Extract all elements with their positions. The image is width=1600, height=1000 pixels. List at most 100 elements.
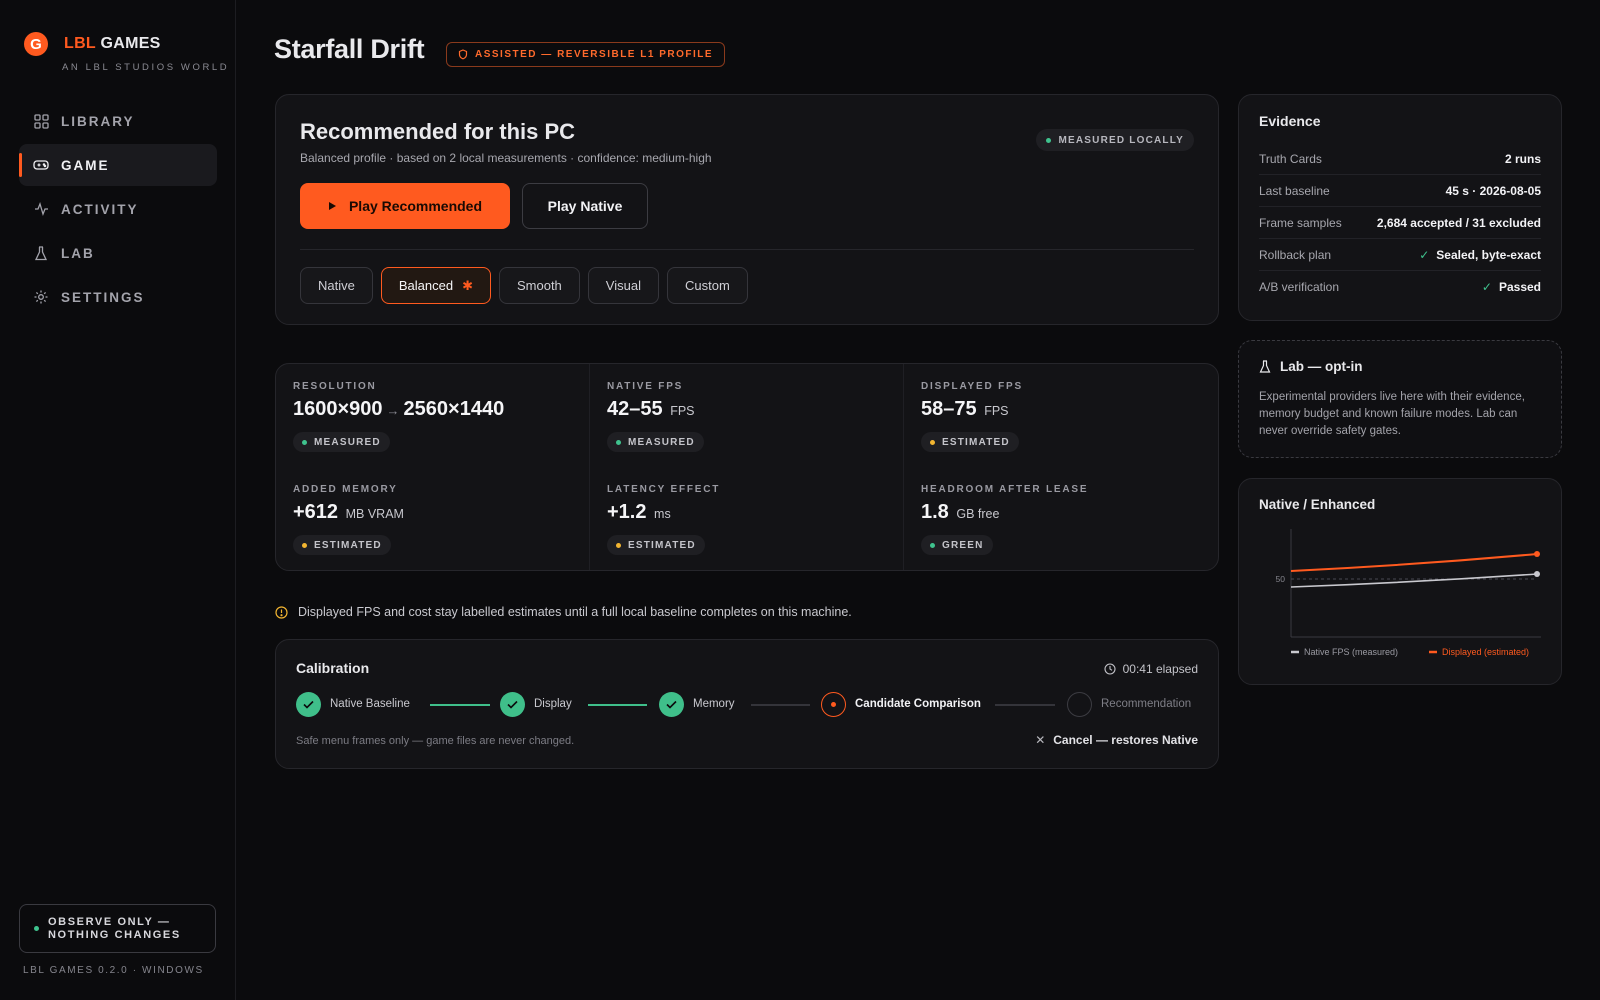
step-current-icon (821, 692, 846, 717)
status-dot (930, 542, 935, 548)
observe-only-label: OBSERVE ONLY — NOTHING CHANGES (48, 915, 181, 941)
resolution-to: 2560×1440 (403, 398, 505, 420)
metric-tag: MEASURED (293, 432, 390, 452)
preset-custom[interactable]: Custom (666, 267, 748, 304)
evidence-value: ✓ Passed (1482, 280, 1541, 294)
native-enhanced-chart-card: Native / Enhanced 50 Native FPS (measured… (1238, 478, 1562, 685)
series-endpoint-0 (1534, 571, 1540, 577)
calibration-card: Calibration 00:41 elapsed Native Baselin… (275, 639, 1219, 769)
page-title: Starfall Drift (274, 34, 425, 64)
metric-value: 58–75 FPS (921, 398, 1009, 421)
step-recommendation: Recommendation (1101, 698, 1192, 710)
step-memory: Memory (693, 698, 735, 710)
status-dot (1046, 137, 1052, 143)
cancel-label: Cancel — restores Native (1053, 733, 1198, 747)
lab-card: Lab — opt-in Experimental providers live… (1238, 340, 1562, 458)
brand[interactable]: G LBL GAMES (24, 32, 161, 56)
metric-label: NATIVE FPS (607, 381, 684, 392)
evidence-card: Evidence Truth Cards 2 runs Last baselin… (1238, 94, 1562, 321)
sidebar-item-settings[interactable]: SETTINGS (19, 276, 217, 318)
metric-value: 1.8 GB free (921, 501, 999, 524)
metric-tag-label: MEASURED (314, 436, 381, 448)
step-check-icon (296, 692, 321, 717)
measured-locally-label: MEASURED LOCALLY (1058, 134, 1184, 146)
evidence-list: Truth Cards 2 runs Last baseline 45 s · … (1259, 143, 1541, 303)
evidence-row: Frame samples 2,684 accepted / 31 exclud… (1259, 207, 1541, 239)
metric-native-fps: NATIVE FPS 42–55 FPS MEASURED (590, 364, 904, 467)
preset-smooth[interactable]: Smooth (498, 267, 580, 304)
metric-unit: ms (654, 507, 671, 521)
evidence-value: 2,684 accepted / 31 excluded (1376, 215, 1541, 230)
sidebar-item-activity[interactable]: ACTIVITY (19, 188, 217, 230)
metric-tag-label: ESTIMATED (942, 436, 1010, 448)
evidence-label: Last baseline (1259, 183, 1330, 198)
gamepad-icon (33, 157, 49, 173)
evidence-row: A/B verification ✓ Passed (1259, 271, 1541, 303)
preset-balanced[interactable]: Balanced ✱ (380, 267, 491, 304)
step-check-icon (659, 692, 684, 717)
recommended-title: Recommended for this PC (300, 119, 576, 144)
legend-label: Native FPS (measured) (1304, 647, 1398, 657)
metric-number: +1.2 (607, 501, 647, 523)
metric-label: HEADROOM AFTER LEASE (921, 484, 1089, 495)
status-dot (616, 439, 621, 445)
evidence-label: A/B verification (1259, 280, 1340, 294)
metric-value: +612 MB VRAM (293, 501, 404, 524)
calibration-title: Calibration (296, 660, 370, 676)
recommended-card: Recommended for this PC Balanced profile… (275, 94, 1219, 325)
measured-locally-badge: MEASURED LOCALLY (1036, 129, 1194, 151)
preset-native[interactable]: Native (300, 267, 373, 304)
elapsed-text: 00:41 elapsed (1122, 662, 1198, 676)
app-version: LBL GAMES 0.2.0 · WINDOWS (23, 965, 204, 976)
metric-added-memory: ADDED MEMORY +612 MB VRAM ESTIMATED (276, 467, 590, 570)
sidebar-item-label: SETTINGS (61, 289, 145, 305)
metric-displayed-fps: DISPLAYED FPS 58–75 FPS ESTIMATED (904, 364, 1218, 467)
evidence-label: Truth Cards (1259, 151, 1322, 166)
flask-icon (33, 245, 49, 261)
metric-latency: LATENCY EFFECT +1.2 ms ESTIMATED (590, 467, 904, 570)
play-recommended-button[interactable]: Play Recommended (300, 183, 510, 229)
sidebar-item-lab[interactable]: LAB (19, 232, 217, 274)
metric-unit: MB VRAM (345, 507, 404, 521)
sidebar-item-game[interactable]: GAME (19, 144, 217, 186)
metric-unit: GB free (956, 507, 1000, 521)
evidence-value-text: Passed (1498, 280, 1541, 294)
series-line-1 (1290, 553, 1538, 572)
clock-icon (1104, 663, 1116, 675)
step-connector (588, 704, 647, 706)
sidebar: G LBL GAMES AN LBL STUDIOS WORLD LIBRARY… (0, 0, 236, 1000)
series-endpoint-1 (1534, 551, 1540, 557)
status-dot (34, 926, 39, 931)
sidebar-item-label: LIBRARY (61, 113, 135, 129)
metric-unit: FPS (670, 404, 695, 418)
evidence-row: Truth Cards 2 runs (1259, 143, 1541, 175)
status-dot (302, 439, 307, 445)
step-connector (430, 704, 490, 706)
metric-tag: GREEN (921, 535, 993, 555)
brand-name-rest: GAMES (95, 35, 161, 52)
observe-only-toggle[interactable]: OBSERVE ONLY — NOTHING CHANGES (19, 904, 216, 953)
metric-tag: MEASURED (607, 432, 704, 452)
lab-description: Experimental providers live here with th… (1259, 391, 1525, 437)
step-connector (751, 704, 810, 706)
sidebar-nav: LIBRARY GAME ACTIVITY LAB SETTINGS (19, 100, 217, 320)
play-icon (328, 201, 337, 211)
preset-visual[interactable]: Visual (587, 267, 659, 304)
step-pending-icon (1067, 692, 1092, 717)
preset-selector: Native Balanced ✱ Smooth Visual Custom (300, 267, 756, 304)
step-native-baseline: Native Baseline (330, 698, 410, 710)
brand-name: LBL GAMES (64, 35, 161, 53)
metric-headroom: HEADROOM AFTER LEASE 1.8 GB free GREEN (904, 467, 1218, 570)
evidence-row: Last baseline 45 s · 2026-08-05 (1259, 175, 1541, 207)
shield-icon (458, 49, 468, 60)
play-native-button[interactable]: Play Native (522, 183, 648, 229)
metrics-card: RESOLUTION 1600×900 → 2560×1440 MEASURED N… (275, 363, 1219, 571)
resolution-from: 1600×900 (293, 398, 383, 420)
sidebar-item-library[interactable]: LIBRARY (19, 100, 217, 142)
recommended-subtitle: Balanced profile · based on 2 local meas… (300, 151, 712, 165)
cancel-calibration-button[interactable]: ✕ Cancel — restores Native (1035, 733, 1198, 747)
metric-tag: ESTIMATED (607, 535, 705, 555)
brand-logo: G (24, 32, 48, 56)
metric-value: 42–55 FPS (607, 398, 695, 421)
evidence-value: ✓ Sealed, byte-exact (1419, 248, 1541, 262)
